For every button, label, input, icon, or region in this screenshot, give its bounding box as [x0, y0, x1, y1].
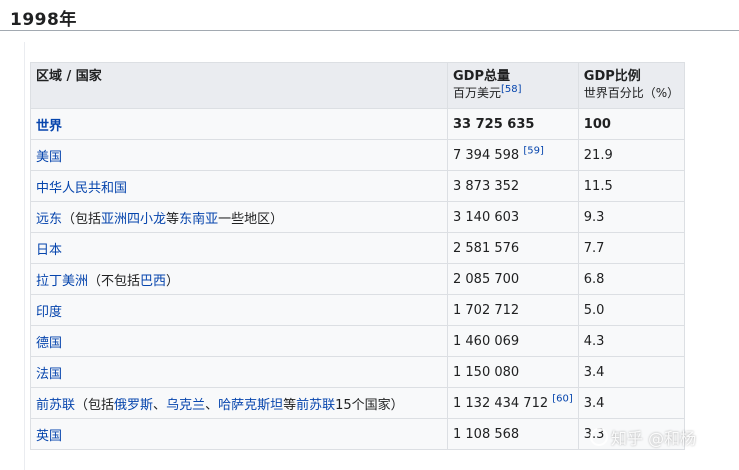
region-note: 、: [153, 397, 167, 413]
header-gdp[interactable]: GDP总量 百万美元[58]: [447, 62, 579, 109]
region-cell: 德国: [30, 325, 448, 357]
share-cell: 5.0: [577, 294, 686, 326]
ref-59-link[interactable]: [59]: [523, 145, 544, 156]
content-left-border: [24, 42, 25, 470]
region-note: （不包括: [88, 273, 141, 289]
gdp-cell: 3 140 603: [447, 201, 579, 233]
header-gdp-unit: 百万美元[58]: [453, 85, 573, 102]
region-note: 等: [283, 397, 297, 413]
link-kazakhstan[interactable]: 哈萨克斯坦: [218, 398, 283, 413]
table-row-japan: 日本 2 581 576 7.7: [30, 232, 686, 264]
share-cell: 100: [577, 108, 686, 140]
gdp-cell: 2 085 700: [447, 263, 579, 295]
ref-60-link[interactable]: [60]: [552, 393, 573, 404]
table-row-india: 印度 1 702 712 5.0: [30, 294, 686, 326]
region-note: （包括: [62, 211, 102, 227]
table-row-fareast: 远东（包括亚洲四小龙等东南亚一些地区） 3 140 603 9.3: [30, 201, 686, 233]
region-note: 15个国家）: [335, 397, 404, 413]
ref-58-link[interactable]: [58]: [501, 84, 522, 95]
region-note: （包括: [75, 397, 115, 413]
link-ukraine[interactable]: 乌克兰: [166, 398, 205, 413]
link-japan[interactable]: 日本: [36, 243, 62, 258]
region-cell: 中华人民共和国: [30, 170, 448, 202]
region-cell: 美国: [30, 139, 448, 171]
table-row-ussr: 前苏联（包括俄罗斯、乌克兰、哈萨克斯坦等前苏联15个国家） 1 132 434 …: [30, 387, 686, 419]
share-cell: 11.5: [577, 170, 686, 202]
link-soviet-union[interactable]: 前苏联: [296, 398, 335, 413]
gdp-cell: 1 460 069: [447, 325, 579, 357]
gdp-cell: 1 150 080: [447, 356, 579, 388]
link-world[interactable]: 世界: [36, 119, 62, 134]
gdp-cell: 2 581 576: [447, 232, 579, 264]
region-cell: 远东（包括亚洲四小龙等东南亚一些地区）: [30, 201, 448, 233]
table-row-china: 中华人民共和国 3 873 352 11.5: [30, 170, 686, 202]
link-usa[interactable]: 美国: [36, 150, 62, 165]
table-row-france: 法国 1 150 080 3.4: [30, 356, 686, 388]
table-row-germany: 德国 1 460 069 4.3: [30, 325, 686, 357]
region-note: ）: [166, 273, 180, 289]
table-header-row: 区域 / 国家 GDP总量 百万美元[58] GDP比例 世界百分比（%）: [30, 62, 686, 109]
header-gdp-unit-text: 百万美元: [453, 86, 502, 100]
region-note: 、: [205, 397, 219, 413]
region-cell: 前苏联（包括俄罗斯、乌克兰、哈萨克斯坦等前苏联15个国家）: [30, 387, 448, 419]
gdp-value: 7 394 598: [453, 147, 520, 163]
region-note: 等: [166, 211, 180, 227]
header-region-label: 区域 / 国家: [36, 69, 102, 84]
gdp-table: 区域 / 国家 GDP总量 百万美元[58] GDP比例 世界百分比（%） 世界…: [30, 62, 686, 450]
gdp-cell: 1 108 568: [447, 418, 579, 450]
zhihu-watermark: 知乎 @和杨: [590, 425, 696, 449]
region-cell: 拉丁美洲（不包括巴西）: [30, 263, 448, 295]
link-france[interactable]: 法国: [36, 367, 62, 382]
link-former-ussr[interactable]: 前苏联: [36, 398, 75, 413]
share-cell: 6.8: [577, 263, 686, 295]
link-china[interactable]: 中华人民共和国: [36, 181, 127, 196]
table-row-usa: 美国 7 394 598 [59] 21.9: [30, 139, 686, 171]
header-share-label: GDP比例: [583, 69, 641, 84]
table-row-latam: 拉丁美洲（不包括巴西） 2 085 700 6.8: [30, 263, 686, 295]
region-cell: 法国: [30, 356, 448, 388]
section-heading: 1998年: [10, 10, 77, 30]
region-note: 一些地区）: [218, 211, 284, 227]
watermark-logo-icon: [590, 428, 608, 446]
heading-divider: [0, 30, 739, 31]
link-india[interactable]: 印度: [36, 305, 62, 320]
header-share-unit: 世界百分比（%）: [583, 86, 680, 100]
share-cell: 21.9: [577, 139, 686, 171]
region-cell: 日本: [30, 232, 448, 264]
link-russia[interactable]: 俄罗斯: [114, 398, 153, 413]
table-row-world: 世界 33 725 635 100: [30, 108, 686, 140]
link-germany[interactable]: 德国: [36, 336, 62, 351]
link-brazil[interactable]: 巴西: [140, 274, 166, 289]
gdp-cell: 1 132 434 712 [60]: [447, 387, 579, 419]
region-cell: 印度: [30, 294, 448, 326]
share-cell: 7.7: [577, 232, 686, 264]
gdp-cell: 3 873 352: [447, 170, 579, 202]
region-cell: 世界: [30, 108, 448, 140]
link-four-tigers[interactable]: 亚洲四小龙: [101, 212, 166, 227]
share-cell: 9.3: [577, 201, 686, 233]
link-latin-america[interactable]: 拉丁美洲: [36, 274, 88, 289]
link-uk[interactable]: 英国: [36, 429, 62, 444]
link-southeast-asia[interactable]: 东南亚: [179, 212, 218, 227]
link-fareast[interactable]: 远东: [36, 212, 62, 227]
share-cell: 3.4: [577, 356, 686, 388]
header-region[interactable]: 区域 / 国家: [30, 62, 448, 109]
gdp-cell: 33 725 635: [447, 108, 579, 140]
region-cell: 英国: [30, 418, 448, 450]
gdp-cell: 7 394 598 [59]: [447, 139, 579, 171]
watermark-text: 知乎 @和杨: [611, 429, 697, 448]
gdp-cell: 1 702 712: [447, 294, 579, 326]
share-cell: 3.4: [577, 387, 686, 419]
table-row-uk: 英国 1 108 568 3.3: [30, 418, 686, 450]
header-share[interactable]: GDP比例 世界百分比（%）: [577, 62, 686, 109]
gdp-value: 1 132 434 712: [453, 395, 549, 411]
header-gdp-label: GDP总量: [453, 69, 510, 84]
share-cell: 4.3: [577, 325, 686, 357]
